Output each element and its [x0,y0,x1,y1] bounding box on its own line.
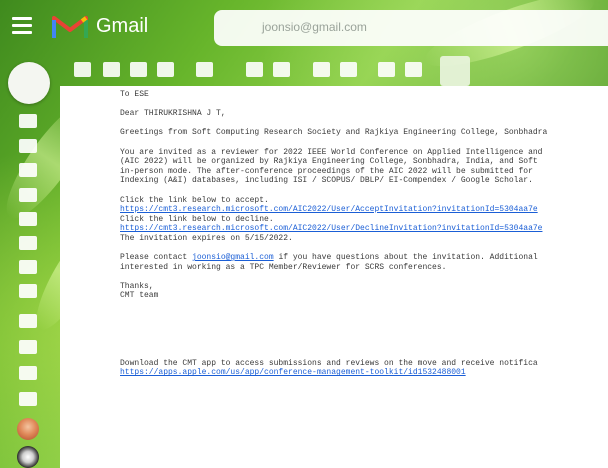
move-to-icon[interactable] [313,62,330,77]
label-icon[interactable] [19,260,37,274]
more-options-icon[interactable] [405,62,422,77]
compose-button[interactable] [8,62,50,104]
expiry-note: The invitation expires on 5/15/2022. [120,233,293,243]
snooze-icon[interactable] [246,62,263,77]
message-pane: To ESE Dear THIRUKRISHNA J T, Greetings … [60,86,608,468]
meet-icon[interactable] [19,314,37,328]
inbox-icon[interactable] [19,114,37,128]
decline-link[interactable]: https://cmt3.research.microsoft.com/AIC2… [120,224,542,233]
labels-icon[interactable] [340,62,357,77]
avatar[interactable] [17,418,39,440]
avatar[interactable] [17,446,39,468]
sent-icon[interactable] [19,212,37,226]
label-icon[interactable] [19,284,37,298]
search-input[interactable]: joonsio@gmail.com [214,10,608,46]
meet-join-icon[interactable] [19,340,37,354]
body-line: Indexing (A&I) databases, including ISI … [120,176,533,186]
contact-line: Please contact joonsio@gmail.com if you … [120,253,538,263]
starred-icon[interactable] [19,139,37,153]
decline-label: Click the link below to decline. [120,214,274,224]
hangouts-icon[interactable] [19,366,37,380]
archive-icon[interactable] [103,62,120,77]
download-note: Download the CMT app to access submissio… [120,358,538,368]
email-body: To ESE Dear THIRUKRISHNA J T, Greetings … [120,90,608,378]
print-icon[interactable] [440,56,470,86]
important-icon[interactable] [19,188,37,202]
accept-label: Click the link below to accept. [120,195,269,205]
more-options-icon[interactable] [378,62,395,77]
body-line: (AIC 2022) will be organized by Rajkiya … [120,157,538,167]
contact-email-link[interactable]: joonsio@gmail.com [192,253,274,262]
intro-line: Greetings from Soft Computing Research S… [120,128,548,138]
report-spam-icon[interactable] [130,62,147,77]
to-line: To ESE [120,90,149,99]
snoozed-icon[interactable] [19,163,37,177]
top-bar: Gmail joonsio@gmail.com [0,0,608,58]
gmail-logo-icon [52,16,88,38]
hamburger-menu-icon[interactable] [12,17,32,35]
hangouts-icon[interactable] [19,392,37,406]
download-link[interactable]: https://apps.apple.com/us/app/conference… [120,368,466,377]
accept-link[interactable]: https://cmt3.research.microsoft.com/AIC2… [120,205,538,214]
back-arrow-icon[interactable] [74,62,91,77]
mark-unread-icon[interactable] [196,62,213,77]
body-line: in-person mode. The after-conference pro… [120,166,533,176]
delete-icon[interactable] [157,62,174,77]
thanks: Thanks, [120,281,154,291]
signature: CMT team [120,291,159,301]
greeting: Dear THIRUKRISHNA J T, [120,109,226,119]
app-title: Gmail [96,15,149,37]
drafts-icon[interactable] [19,236,37,250]
contact-line-2: interested in working as a TPC Member/Re… [120,262,447,272]
add-task-icon[interactable] [273,62,290,77]
body-line: You are invited as a reviewer for 2022 I… [120,147,543,157]
